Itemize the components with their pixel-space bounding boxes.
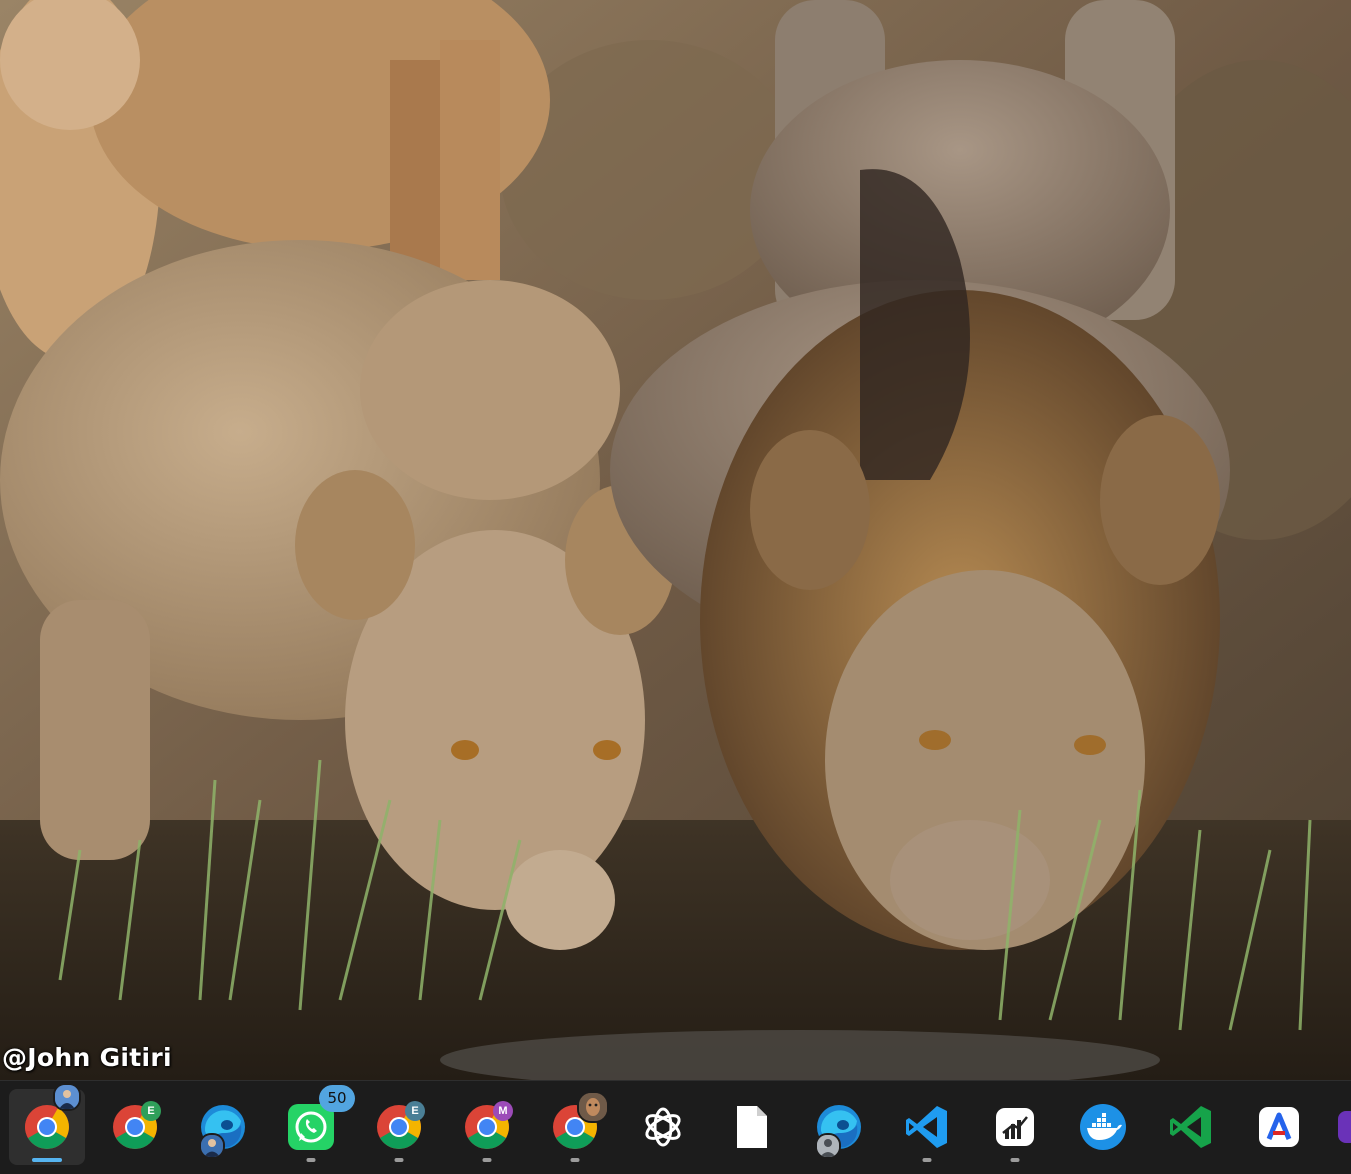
person-badge	[815, 1133, 841, 1159]
running-indicator	[306, 1158, 316, 1162]
running-indicator	[394, 1158, 404, 1162]
running-indicator	[1010, 1158, 1020, 1162]
profile-avatar-badge	[53, 1083, 81, 1111]
taskbar-app-visual-studio[interactable]	[1153, 1089, 1229, 1165]
profile-badge: E	[141, 1101, 161, 1121]
profile-badge: E	[405, 1101, 425, 1121]
taskbar-app-chrome[interactable]	[9, 1083, 85, 1165]
taskbar-app-vscode[interactable]	[889, 1089, 965, 1165]
lions-drinking-photo	[0, 0, 1351, 1080]
chart-app-icon	[996, 1108, 1034, 1146]
a-app-icon	[1259, 1107, 1299, 1147]
docker-icon	[1080, 1104, 1126, 1150]
profile-avatar-badge	[199, 1133, 225, 1159]
unread-count-badge: 50	[319, 1085, 355, 1112]
taskbar: E 50 E M	[0, 1080, 1351, 1174]
taskbar-app-file[interactable]	[713, 1089, 789, 1165]
running-indicator	[570, 1158, 580, 1162]
vscode-icon	[906, 1106, 947, 1148]
file-icon	[737, 1106, 767, 1148]
taskbar-app-chatgpt[interactable]	[625, 1089, 701, 1165]
taskbar-app-chrome-profile-e2[interactable]: E	[361, 1089, 437, 1165]
photo-credit: @John Gitiri	[2, 1043, 172, 1072]
taskbar-app-chrome-profile-m[interactable]: M	[449, 1089, 525, 1165]
active-indicator	[32, 1158, 62, 1162]
taskbar-app-chrome-profile-e[interactable]: E	[97, 1089, 173, 1165]
running-indicator	[922, 1158, 932, 1162]
desktop-wallpaper: @John Gitiri	[0, 0, 1351, 1080]
profile-badge: M	[493, 1101, 513, 1121]
taskbar-app-chrome-profile-photo[interactable]	[537, 1089, 613, 1165]
taskbar-app-trading[interactable]	[977, 1089, 1053, 1165]
visual-studio-icon	[1170, 1106, 1211, 1148]
taskbar-app-docker[interactable]	[1065, 1089, 1141, 1165]
profile-photo-badge	[577, 1091, 609, 1123]
taskbar-app-edge[interactable]	[801, 1089, 877, 1165]
chatgpt-icon	[645, 1107, 681, 1147]
taskbar-app-edge-profile[interactable]	[185, 1089, 261, 1165]
running-indicator	[482, 1158, 492, 1162]
overflow-app-icon[interactable]	[1338, 1111, 1351, 1143]
taskbar-app-whatsapp[interactable]: 50	[273, 1085, 355, 1165]
taskbar-app-a[interactable]	[1241, 1089, 1317, 1165]
